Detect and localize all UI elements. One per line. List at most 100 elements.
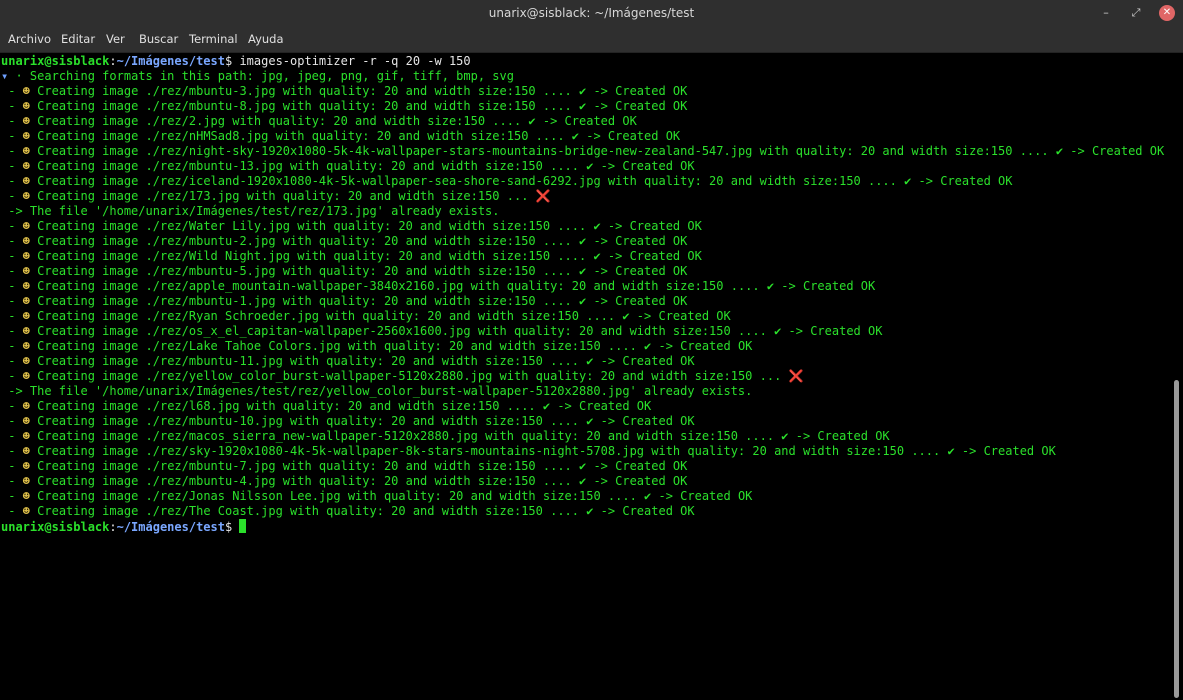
- log-line: - ☻ Creating image ./rez/apple_mountain-…: [1, 279, 875, 294]
- image-icon: ☻: [22, 279, 30, 293]
- log-line: - ☻ Creating image ./rez/mbuntu-11.jpg w…: [1, 354, 695, 369]
- log-bullet: -: [1, 354, 23, 368]
- log-bullet: -: [1, 264, 23, 278]
- prompt-path: ~/Imágenes/test: [116, 520, 225, 534]
- log-line: - ☻ Creating image ./rez/Jonas Nilsson L…: [1, 489, 752, 504]
- log-bullet: -: [1, 129, 23, 143]
- log-line: - ☻ Creating image ./rez/mbuntu-1.jpg wi…: [1, 294, 687, 309]
- scrollbar-thumb[interactable]: [1174, 380, 1179, 698]
- log-text: Creating image ./rez/l68.jpg with qualit…: [37, 399, 652, 413]
- log-bullet: -: [1, 459, 23, 473]
- log-bullet: -: [1, 399, 23, 413]
- image-icon: ☻: [22, 174, 30, 188]
- log-bullet: -: [1, 84, 23, 98]
- image-icon: ☻: [22, 444, 30, 458]
- image-icon: ☻: [22, 144, 30, 158]
- menu-editar[interactable]: Editar: [61, 26, 95, 52]
- log-line: - ☻ Creating image ./rez/mbuntu-8.jpg wi…: [1, 99, 687, 114]
- log-text: Creating image ./rez/Wild Night.jpg with…: [37, 249, 702, 263]
- log-bullet: -: [1, 99, 23, 113]
- image-icon: ☻: [22, 339, 30, 353]
- log-text: Creating image ./rez/mbuntu-2.jpg with q…: [37, 234, 688, 248]
- log-line: - ☻ Creating image ./rez/l68.jpg with qu…: [1, 399, 651, 414]
- menu-ver[interactable]: Ver: [106, 26, 125, 52]
- error-message-line: -> The file '/home/unarix/Imágenes/test/…: [1, 384, 752, 399]
- log-text: Creating image ./rez/mbuntu-4.jpg with q…: [37, 474, 688, 488]
- image-icon: ☻: [22, 414, 30, 428]
- log-bullet: -: [1, 444, 23, 458]
- log-text: Creating image ./rez/173.jpg with qualit…: [37, 189, 536, 203]
- image-icon: ☻: [22, 354, 30, 368]
- search-icon: ▾: [1, 69, 9, 83]
- log-bullet: -: [1, 189, 23, 203]
- log-bullet: -: [1, 489, 23, 503]
- log-text: Creating image ./rez/Ryan Schroeder.jpg …: [37, 309, 731, 323]
- log-text: Creating image ./rez/Lake Tahoe Colors.j…: [37, 339, 753, 353]
- minimize-icon[interactable]: –: [1098, 5, 1114, 21]
- log-bullet: -: [1, 504, 23, 518]
- log-bullet: -: [1, 144, 23, 158]
- scrollbar[interactable]: [1171, 54, 1183, 700]
- log-bullet: -: [1, 309, 23, 323]
- log-line: - ☻ Creating image ./rez/Water Lily.jpg …: [1, 219, 702, 234]
- image-icon: ☻: [22, 219, 30, 233]
- prompt-dollar: $: [224, 520, 233, 534]
- log-line: - ☻ Creating image ./rez/mbuntu-3.jpg wi…: [1, 84, 687, 99]
- menu-bar: Archivo Editar Ver Buscar Terminal Ayuda: [0, 26, 1183, 53]
- log-text: Creating image ./rez/night-sky-1920x1080…: [37, 144, 1165, 158]
- log-bullet: -: [1, 279, 23, 293]
- window-titlebar: unarix@sisblack: ~/Imágenes/test – ⤢ ✕: [0, 0, 1183, 26]
- prompt-user: unarix@sisblack: [1, 520, 110, 534]
- restore-icon[interactable]: ⤢: [1128, 5, 1144, 21]
- log-bullet: -: [1, 219, 23, 233]
- image-icon: ☻: [22, 234, 30, 248]
- prompt-separator: :: [109, 54, 117, 68]
- log-line: - ☻ Creating image ./rez/The Coast.jpg w…: [1, 504, 695, 519]
- text-cursor: [239, 519, 247, 533]
- log-bullet: -: [1, 114, 23, 128]
- image-icon: ☻: [22, 459, 30, 473]
- log-bullet: -: [1, 249, 23, 263]
- log-text: Creating image ./rez/mbuntu-8.jpg with q…: [37, 99, 688, 113]
- menu-buscar[interactable]: Buscar: [139, 26, 178, 52]
- menu-archivo[interactable]: Archivo: [8, 26, 51, 52]
- log-line: - ☻ Creating image ./rez/mbuntu-2.jpg wi…: [1, 234, 687, 249]
- log-line: - ☻ Creating image ./rez/iceland-1920x10…: [1, 174, 1012, 189]
- log-text: Creating image ./rez/mbuntu-10.jpg with …: [37, 414, 695, 428]
- error-icon: ❌: [535, 189, 551, 203]
- menu-terminal[interactable]: Terminal: [189, 26, 238, 52]
- final-prompt-line: unarix@sisblack:~/Imágenes/test$: [1, 519, 247, 534]
- log-text: Creating image ./rez/Water Lily.jpg with…: [37, 219, 702, 233]
- error-message-line: -> The file '/home/unarix/Imágenes/test/…: [1, 204, 499, 219]
- log-line: - ☻ Creating image ./rez/2.jpg with qual…: [1, 114, 637, 129]
- image-icon: ☻: [22, 84, 30, 98]
- image-icon: ☻: [22, 324, 30, 338]
- log-bullet: -: [1, 234, 23, 248]
- log-bullet: -: [1, 414, 23, 428]
- log-text: Creating image ./rez/iceland-1920x1080-4…: [37, 174, 1013, 188]
- log-text: Creating image ./rez/mbuntu-11.jpg with …: [37, 354, 695, 368]
- menu-ayuda[interactable]: Ayuda: [248, 26, 284, 52]
- close-icon[interactable]: ✕: [1159, 5, 1175, 21]
- log-bullet: -: [1, 174, 23, 188]
- image-icon: ☻: [22, 159, 30, 173]
- log-text: -> The file '/home/unarix/Imágenes/test/…: [1, 384, 753, 398]
- log-bullet: -: [1, 474, 23, 488]
- log-text: Creating image ./rez/mbuntu-13.jpg with …: [37, 159, 695, 173]
- log-line: - ☻ Creating image ./rez/mbuntu-13.jpg w…: [1, 159, 695, 174]
- error-icon: ❌: [788, 369, 804, 383]
- command-text: images-optimizer -r -q 20 -w 150: [232, 54, 471, 68]
- image-icon: ☻: [22, 99, 30, 113]
- search-text: · Searching formats in this path: jpg, j…: [15, 69, 514, 83]
- prompt-separator: :: [109, 520, 117, 534]
- log-line: - ☻ Creating image ./rez/night-sky-1920x…: [1, 144, 1164, 159]
- log-bullet: -: [1, 429, 23, 443]
- terminal-output[interactable]: unarix@sisblack:~/Imágenes/test$ images-…: [1, 54, 1169, 700]
- image-icon: ☻: [22, 294, 30, 308]
- log-line: - ☻ Creating image ./rez/mbuntu-4.jpg wi…: [1, 474, 687, 489]
- log-text: Creating image ./rez/os_x_el_capitan-wal…: [37, 324, 883, 338]
- log-text: Creating image ./rez/The Coast.jpg with …: [37, 504, 695, 518]
- log-text: Creating image ./rez/mbuntu-5.jpg with q…: [37, 264, 688, 278]
- image-icon: ☻: [22, 249, 30, 263]
- log-line: - ☻ Creating image ./rez/173.jpg with qu…: [1, 189, 551, 204]
